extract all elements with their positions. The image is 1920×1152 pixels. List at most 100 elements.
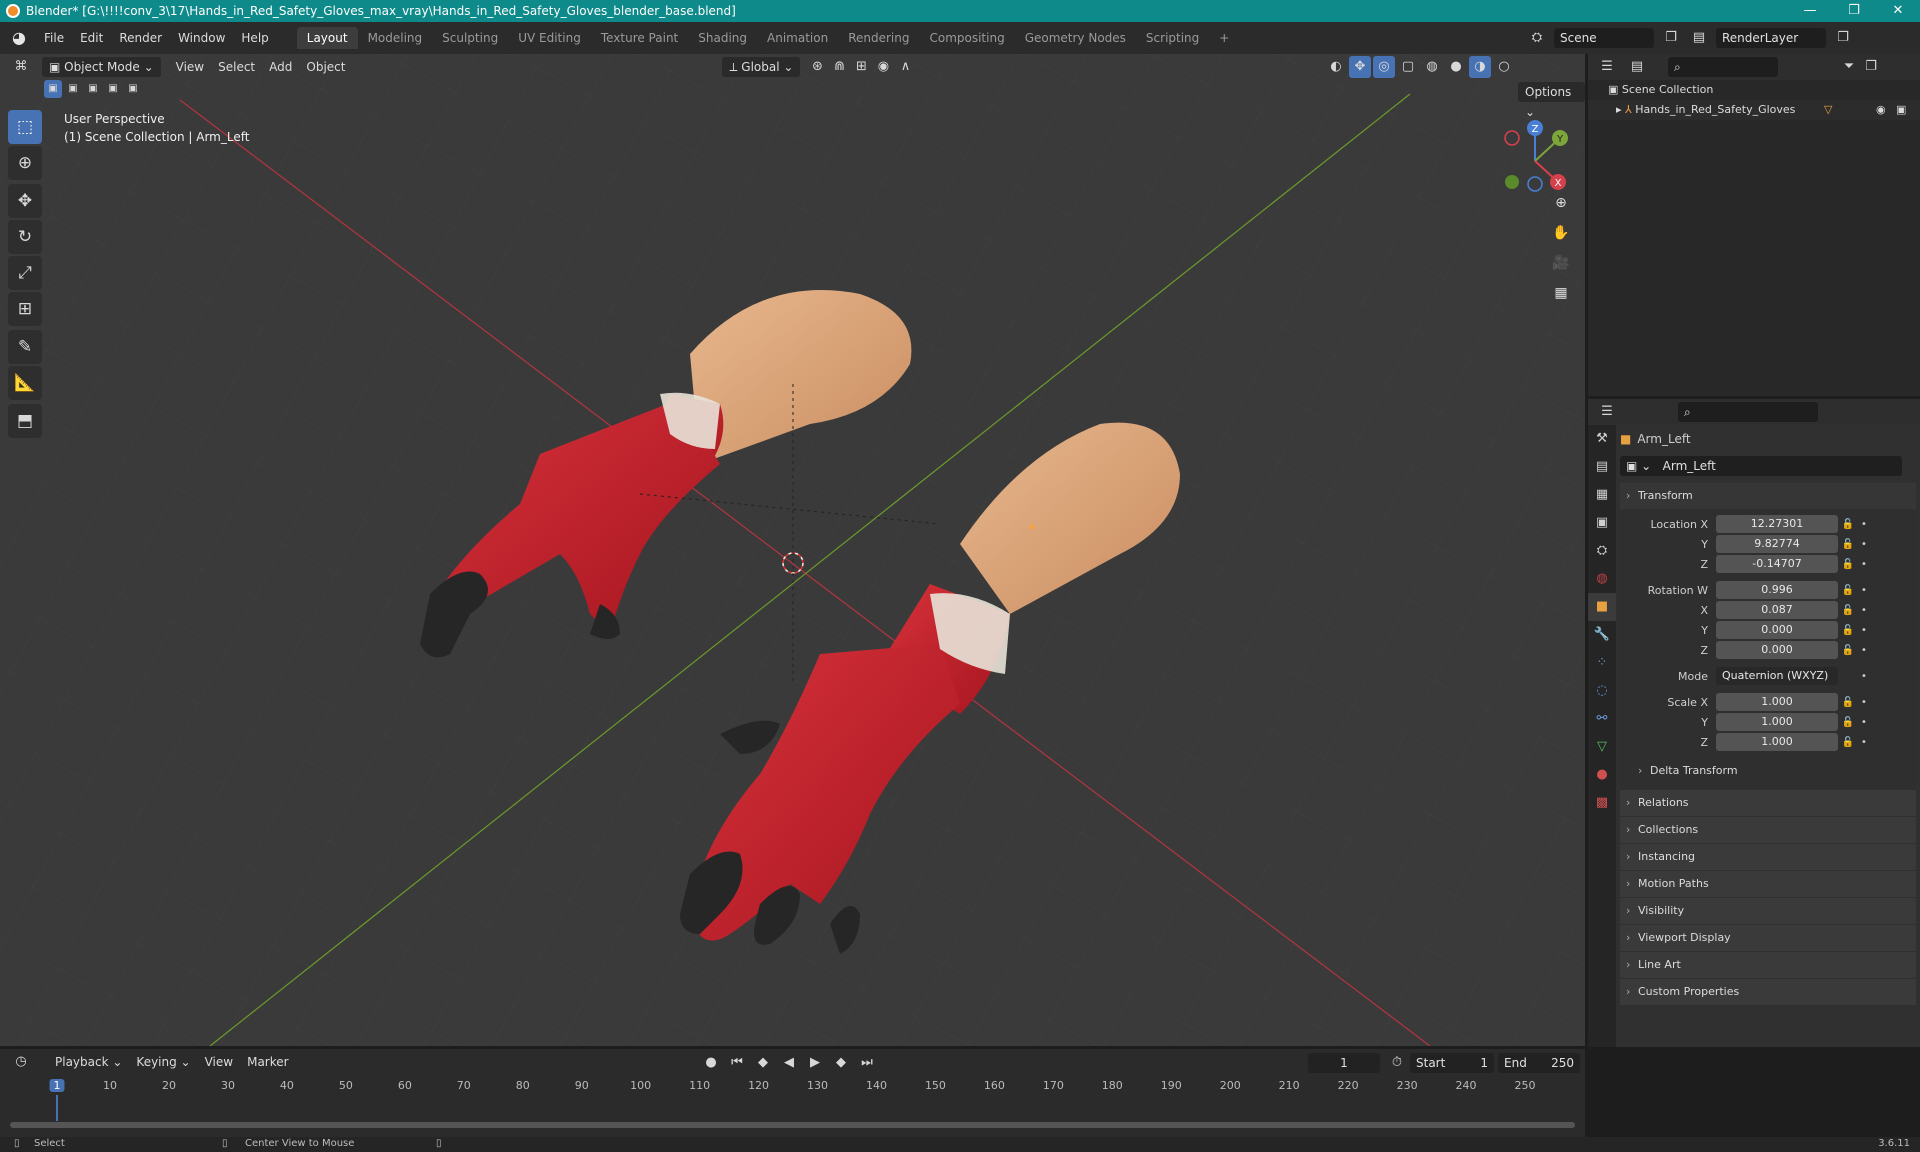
render-tab-icon[interactable]: ▤ bbox=[1588, 453, 1616, 481]
select-new-icon[interactable]: ▣ bbox=[44, 80, 62, 98]
tab-layout[interactable]: Layout bbox=[296, 27, 358, 49]
menu-window[interactable]: Window bbox=[170, 27, 233, 49]
ortho-toggle-icon[interactable]: ▦ bbox=[1548, 280, 1574, 306]
lock-icon[interactable]: 🔓 bbox=[1838, 539, 1858, 550]
menu-edit[interactable]: Edit bbox=[72, 27, 111, 49]
scene-icon[interactable]: ⛭ bbox=[1526, 27, 1548, 49]
rendered-shading-icon[interactable]: ○ bbox=[1493, 56, 1515, 78]
lock-icon[interactable]: 🔓 bbox=[1838, 585, 1858, 596]
select-box-tool-icon[interactable]: ⬚ bbox=[8, 110, 42, 144]
properties-search-input[interactable]: ⌕ bbox=[1678, 402, 1818, 422]
tab-modeling[interactable]: Modeling bbox=[358, 27, 433, 49]
select-subtract-icon[interactable]: ▣ bbox=[84, 80, 102, 98]
keyframe-dot-icon[interactable]: • bbox=[1858, 605, 1870, 616]
outliner-editor-type-icon[interactable]: ☰ bbox=[1596, 56, 1618, 78]
rotation-mode-dropdown[interactable]: Quaternion (WXYZ) ⌄ bbox=[1716, 667, 1838, 700]
rotate-tool-icon[interactable]: ↻ bbox=[8, 220, 42, 254]
material-tab-icon[interactable]: ● bbox=[1588, 761, 1616, 789]
maximize-button[interactable]: ❐ bbox=[1832, 0, 1876, 22]
annotate-tool-icon[interactable]: ✎ bbox=[8, 330, 42, 364]
location-x-field[interactable]: 12.27301 bbox=[1716, 515, 1838, 533]
playhead[interactable] bbox=[56, 1095, 58, 1121]
lock-icon[interactable]: 🔓 bbox=[1838, 559, 1858, 570]
line-art-panel[interactable]: Line Art bbox=[1620, 952, 1916, 978]
tab-scripting[interactable]: Scripting bbox=[1136, 27, 1209, 49]
select-intersect-icon[interactable]: ▣ bbox=[124, 80, 142, 98]
menu-file[interactable]: File bbox=[36, 27, 72, 49]
menu-object[interactable]: Object bbox=[299, 57, 352, 77]
keyframe-dot-icon[interactable]: • bbox=[1858, 645, 1870, 656]
zoom-icon[interactable]: ⊕ bbox=[1548, 190, 1574, 216]
location-z-field[interactable]: -0.14707 bbox=[1716, 555, 1838, 573]
location-y-field[interactable]: 9.82774 bbox=[1716, 535, 1838, 553]
render-camera-icon[interactable]: ▣ bbox=[1896, 100, 1906, 120]
pan-hand-icon[interactable]: ✋ bbox=[1548, 220, 1574, 246]
view-layer-tab-icon[interactable]: ▣ bbox=[1588, 509, 1616, 537]
object-name-field[interactable]: ▣ ⌄ Arm_Left bbox=[1620, 456, 1902, 476]
visibility-icon[interactable]: ◐ bbox=[1325, 56, 1347, 78]
tab-animation[interactable]: Animation bbox=[757, 27, 838, 49]
display-mode-icon[interactable]: ▤ bbox=[1626, 56, 1648, 78]
select-invert-icon[interactable]: ▣ bbox=[104, 80, 122, 98]
keyframe-dot-icon[interactable]: • bbox=[1858, 519, 1870, 530]
texture-tab-icon[interactable]: ▩ bbox=[1588, 789, 1616, 817]
filter-icon[interactable]: ⏷ bbox=[1838, 56, 1860, 78]
move-tool-icon[interactable]: ✥ bbox=[8, 184, 42, 218]
scale-tool-icon[interactable]: ⤢ bbox=[8, 256, 42, 290]
transform-orientation-selector[interactable]: ⟂ Global ⌄ bbox=[722, 57, 801, 77]
scene-tab-icon[interactable]: ⛭ bbox=[1588, 537, 1616, 565]
overlay-toggle-icon[interactable]: ◎ bbox=[1373, 56, 1395, 78]
new-scene-icon[interactable]: ❐ bbox=[1660, 27, 1682, 49]
cursor-tool-icon[interactable]: ⊕ bbox=[8, 146, 42, 180]
lock-icon[interactable]: 🔓 bbox=[1838, 605, 1858, 616]
measure-tool-icon[interactable]: 📐 bbox=[8, 366, 42, 400]
solid-shading-icon[interactable]: ● bbox=[1445, 56, 1467, 78]
collections-panel[interactable]: Collections bbox=[1620, 817, 1916, 843]
scale-z-field[interactable]: 1.000 bbox=[1716, 733, 1838, 751]
transform-tool-icon[interactable]: ⊞ bbox=[8, 292, 42, 326]
render-layer-selector[interactable]: RenderLayer bbox=[1716, 28, 1826, 48]
motion-paths-panel[interactable]: Motion Paths bbox=[1620, 871, 1916, 897]
modifier-tab-icon[interactable]: 🔧 bbox=[1588, 621, 1616, 649]
tab-sculpting[interactable]: Sculpting bbox=[432, 27, 508, 49]
timeline-scrollbar[interactable] bbox=[10, 1122, 1575, 1128]
editor-type-icon[interactable]: ⌘ bbox=[10, 56, 32, 78]
viewport-display-panel[interactable]: Viewport Display bbox=[1620, 925, 1916, 951]
scene-selector[interactable]: Scene bbox=[1554, 28, 1654, 48]
tab-compositing[interactable]: Compositing bbox=[919, 27, 1014, 49]
menu-view[interactable]: View bbox=[169, 57, 211, 77]
navigation-gizmo[interactable]: Z Y X bbox=[1490, 116, 1570, 196]
render-layer-icon[interactable]: ▤ bbox=[1688, 27, 1710, 49]
snap-icon[interactable]: ⋒ bbox=[828, 56, 850, 78]
lock-icon[interactable]: 🔓 bbox=[1838, 645, 1858, 656]
mode-selector[interactable]: ▣ Object Mode ⌄ bbox=[42, 57, 161, 77]
camera-view-icon[interactable]: 🎥 bbox=[1548, 250, 1574, 276]
scale-y-field[interactable]: 1.000 bbox=[1716, 713, 1838, 731]
physics-tab-icon[interactable]: ◌ bbox=[1588, 677, 1616, 705]
constraints-tab-icon[interactable]: ⚯ bbox=[1588, 705, 1616, 733]
visibility-panel[interactable]: Visibility bbox=[1620, 898, 1916, 924]
options-dropdown[interactable]: Options ⌄ bbox=[1518, 82, 1585, 119]
tab-rendering[interactable]: Rendering bbox=[838, 27, 919, 49]
outliner-scene-collection[interactable]: ▣ Scene Collection bbox=[1588, 80, 1920, 100]
eye-visibility-icon[interactable]: ◉ bbox=[1876, 100, 1886, 120]
data-tab-icon[interactable]: ▽ bbox=[1588, 733, 1616, 761]
keyframe-dot-icon[interactable]: • bbox=[1858, 625, 1870, 636]
properties-editor-type-icon[interactable]: ☰ bbox=[1596, 401, 1618, 423]
menu-add[interactable]: Add bbox=[262, 57, 299, 77]
new-layer-icon[interactable]: ❐ bbox=[1832, 27, 1854, 49]
lock-icon[interactable]: 🔓 bbox=[1838, 717, 1858, 728]
relations-panel[interactable]: Relations bbox=[1620, 790, 1916, 816]
keyframe-dot-icon[interactable]: • bbox=[1858, 717, 1870, 728]
lock-icon[interactable]: 🔓 bbox=[1838, 697, 1858, 708]
add-workspace-button[interactable]: + bbox=[1209, 27, 1239, 49]
lock-icon[interactable]: 🔓 bbox=[1838, 519, 1858, 530]
gizmo-toggle-icon[interactable]: ✥ bbox=[1349, 56, 1371, 78]
filter-object-icon[interactable]: ▽ bbox=[1824, 100, 1832, 120]
instancing-panel[interactable]: Instancing bbox=[1620, 844, 1916, 870]
menu-help[interactable]: Help bbox=[233, 27, 276, 49]
blender-menu-icon[interactable]: ◕ bbox=[8, 27, 30, 49]
rotation-z-field[interactable]: 0.000 bbox=[1716, 641, 1838, 659]
select-extend-icon[interactable]: ▣ bbox=[64, 80, 82, 98]
rotation-w-field[interactable]: 0.996 bbox=[1716, 581, 1838, 599]
